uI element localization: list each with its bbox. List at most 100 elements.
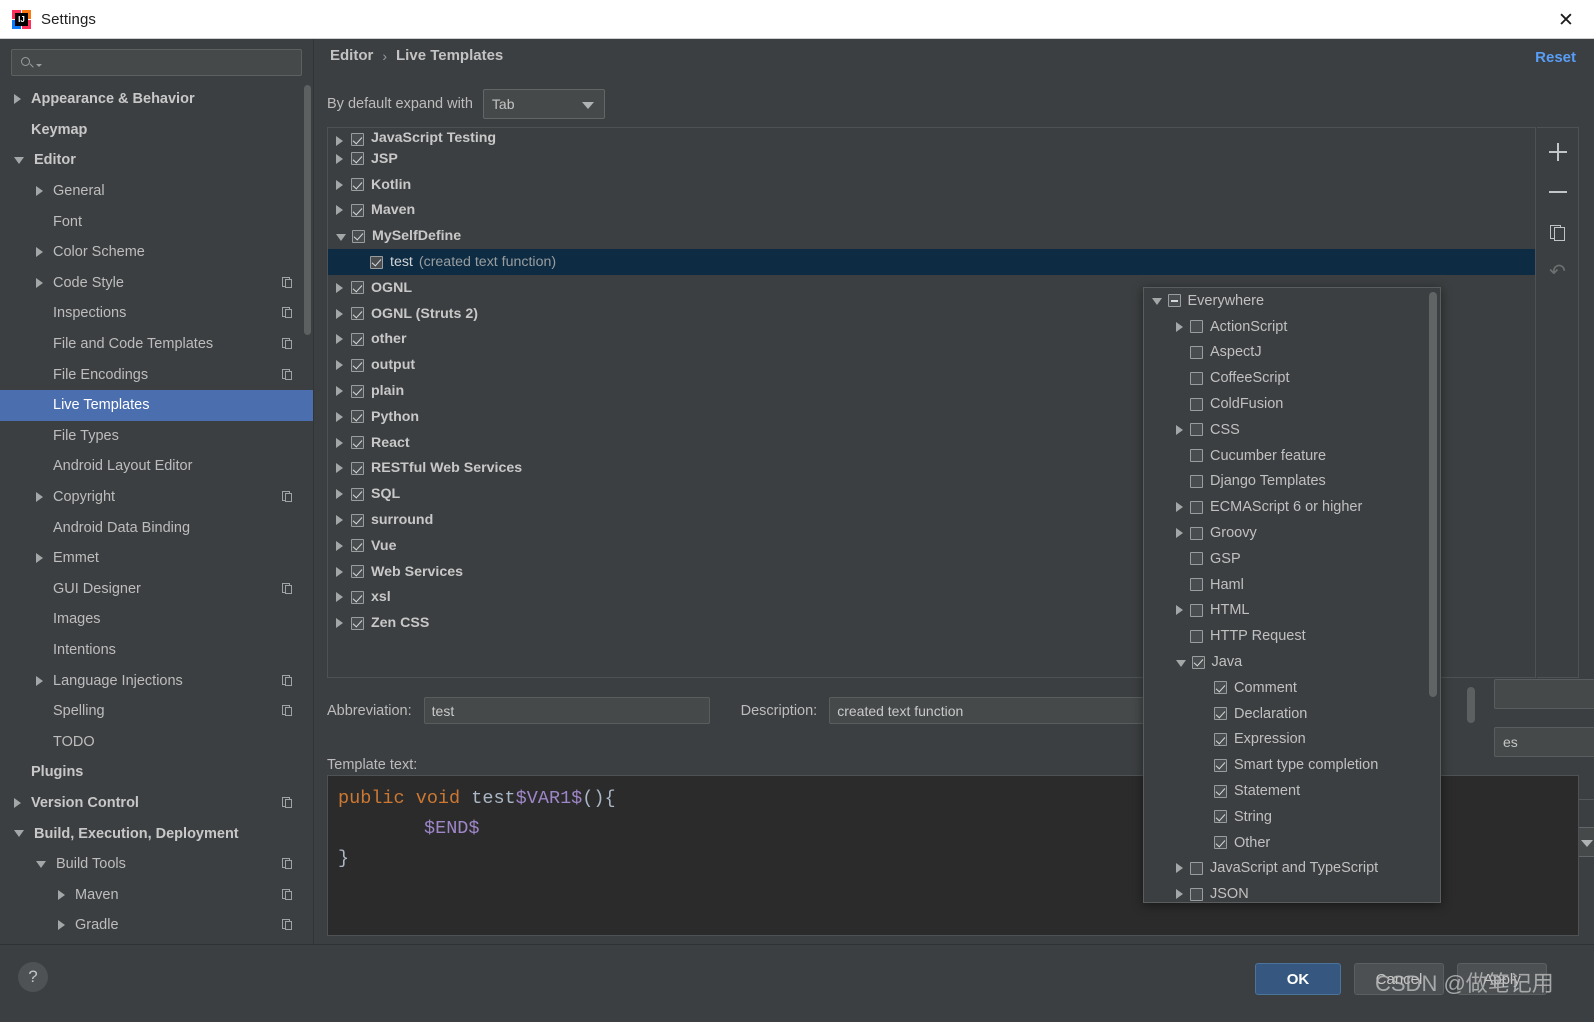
sidebar-item-android-layout-editor[interactable]: Android Layout Editor	[0, 451, 313, 482]
chevron-right-icon[interactable]	[336, 205, 343, 216]
search-box[interactable]	[11, 49, 302, 76]
sidebar-item-version-control[interactable]: Version Control	[0, 788, 313, 819]
sidebar-item-language-injections[interactable]: Language Injections	[0, 665, 313, 696]
sidebar-item-file-encodings[interactable]: File Encodings	[0, 359, 313, 390]
sidebar-item-images[interactable]: Images	[0, 604, 313, 635]
context-item[interactable]: AspectJ	[1144, 340, 1440, 366]
chevron-down-icon[interactable]	[336, 233, 346, 241]
chevron-right-icon[interactable]	[36, 277, 43, 288]
chevron-right-icon[interactable]	[336, 411, 343, 422]
template-checkbox[interactable]	[351, 436, 364, 450]
chevron-down-icon[interactable]	[1176, 659, 1186, 667]
context-item[interactable]: Cucumber feature	[1144, 443, 1440, 469]
chevron-right-icon[interactable]	[336, 540, 343, 551]
sidebar-item-maven[interactable]: Maven	[0, 879, 313, 910]
chevron-right-icon[interactable]	[1176, 321, 1183, 332]
context-selection-popup[interactable]: Everywhere ActionScript AspectJ CoffeeScrip…	[1143, 287, 1441, 903]
help-button[interactable]: ?	[18, 962, 48, 992]
context-item[interactable]: JavaScript and TypeScript	[1144, 856, 1440, 882]
chevron-right-icon[interactable]	[336, 334, 343, 345]
options-scrollbar-thumb[interactable]	[1467, 687, 1475, 723]
context-checkbox[interactable]	[1190, 552, 1203, 566]
sidebar-item-gui-designer[interactable]: GUI Designer	[0, 574, 313, 605]
context-item[interactable]: Other	[1144, 830, 1440, 856]
context-checkbox[interactable]	[1190, 603, 1203, 617]
chevron-right-icon[interactable]	[1176, 424, 1183, 435]
chevron-right-icon[interactable]	[1176, 889, 1183, 900]
context-item[interactable]: Declaration	[1144, 701, 1440, 727]
sidebar-item-inspections[interactable]: Inspections	[0, 298, 313, 329]
template-checkbox[interactable]	[351, 358, 364, 372]
sidebar-item-build-execution-deployment[interactable]: Build, Execution, Deployment	[0, 818, 313, 849]
expand-with-select[interactable]: Tab	[482, 89, 605, 119]
template-checkbox[interactable]	[351, 384, 364, 398]
context-checkbox[interactable]	[1167, 294, 1181, 308]
context-item[interactable]: ActionScript	[1144, 314, 1440, 340]
context-checkbox[interactable]	[1190, 629, 1203, 643]
context-item[interactable]: HTTP Request	[1144, 623, 1440, 649]
chevron-right-icon[interactable]	[336, 618, 343, 629]
chevron-right-icon[interactable]	[58, 920, 65, 931]
context-item[interactable]: String	[1144, 804, 1440, 830]
sidebar-item-color-scheme[interactable]: Color Scheme	[0, 237, 313, 268]
chevron-right-icon[interactable]	[36, 553, 43, 564]
template-checkbox[interactable]	[351, 332, 364, 346]
template-row[interactable]: MySelfDefine	[328, 223, 1535, 249]
context-checkbox[interactable]	[1190, 474, 1203, 488]
ok-button[interactable]: OK	[1255, 963, 1341, 995]
sidebar-item-intentions[interactable]: Intentions	[0, 635, 313, 666]
context-item[interactable]: Groovy	[1144, 520, 1440, 546]
context-item[interactable]: Statement	[1144, 778, 1440, 804]
template-checkbox[interactable]	[351, 487, 364, 501]
context-item[interactable]: ColdFusion	[1144, 391, 1440, 417]
chevron-down-icon[interactable]	[1152, 298, 1162, 306]
sidebar-item-spelling[interactable]: Spelling	[0, 696, 313, 727]
chevron-right-icon[interactable]	[336, 437, 343, 448]
chevron-down-icon[interactable]	[14, 156, 24, 164]
chevron-right-icon[interactable]	[58, 889, 65, 900]
sidebar-item-emmet[interactable]: Emmet	[0, 543, 313, 574]
template-checkbox[interactable]	[351, 203, 364, 217]
template-row[interactable]: test (created text function)	[328, 249, 1535, 275]
chevron-right-icon[interactable]	[336, 592, 343, 603]
chevron-right-icon[interactable]	[1176, 502, 1183, 513]
context-item[interactable]: CoffeeScript	[1144, 365, 1440, 391]
sidebar-item-keymap[interactable]: Keymap	[0, 115, 313, 146]
context-item[interactable]: CSS	[1144, 417, 1440, 443]
template-checkbox[interactable]	[351, 133, 364, 146]
revert-changes-button[interactable]: ↶	[1543, 258, 1573, 286]
context-checkbox[interactable]	[1214, 836, 1227, 850]
chevron-right-icon[interactable]	[14, 94, 21, 105]
sidebar-item-plugins[interactable]: Plugins	[0, 757, 313, 788]
template-checkbox[interactable]	[351, 513, 364, 527]
duplicate-template-button[interactable]	[1543, 218, 1573, 246]
chevron-right-icon[interactable]	[336, 282, 343, 293]
options-textfield-top[interactable]	[1494, 679, 1594, 709]
chevron-right-icon[interactable]	[1176, 863, 1183, 874]
sidebar-item-live-templates[interactable]: Live Templates	[0, 389, 313, 421]
chevron-down-icon[interactable]	[14, 830, 24, 838]
context-item[interactable]: Haml	[1144, 572, 1440, 598]
sidebar-item-editor[interactable]: Editor	[0, 145, 313, 176]
context-item[interactable]: GSP	[1144, 546, 1440, 572]
sidebar-item-file-types[interactable]: File Types	[0, 421, 313, 452]
context-checkbox[interactable]	[1214, 758, 1227, 772]
chevron-right-icon[interactable]	[36, 675, 43, 686]
template-checkbox[interactable]	[352, 229, 365, 243]
template-checkbox[interactable]	[351, 590, 364, 604]
chevron-right-icon[interactable]	[1176, 528, 1183, 539]
close-icon[interactable]: ✕	[1552, 8, 1580, 32]
sidebar-scrollbar-thumb[interactable]	[304, 85, 311, 335]
context-item[interactable]: JSON	[1144, 881, 1440, 902]
context-checkbox[interactable]	[1190, 320, 1203, 334]
context-checkbox[interactable]	[1190, 887, 1203, 901]
chevron-right-icon[interactable]	[336, 463, 343, 474]
template-checkbox[interactable]	[351, 410, 364, 424]
remove-template-button[interactable]	[1543, 178, 1573, 206]
chevron-right-icon[interactable]	[36, 492, 43, 503]
sidebar-item-general[interactable]: General	[0, 176, 313, 207]
context-checkbox[interactable]	[1214, 707, 1227, 721]
context-checkbox[interactable]	[1190, 423, 1203, 437]
chevron-right-icon[interactable]	[336, 308, 343, 319]
context-checkbox[interactable]	[1190, 397, 1203, 411]
